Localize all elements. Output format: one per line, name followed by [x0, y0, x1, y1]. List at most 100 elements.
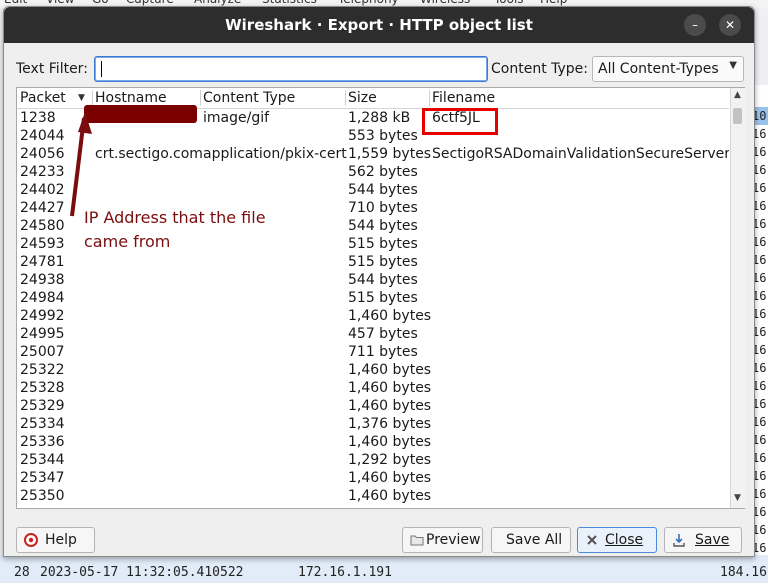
cell-size: 544 bytes	[348, 182, 418, 198]
dialog-titlebar: Wireshark · Export · HTTP object list – …	[4, 7, 754, 43]
table-row[interactable]: 25329 1,460 bytes	[17, 397, 729, 415]
cell-packet: 25322	[20, 362, 65, 378]
cell-packet: 25007	[20, 344, 65, 360]
cell-size: 1,559 bytes	[348, 146, 432, 162]
cell-packet: 25344	[20, 452, 65, 468]
cell-content-type: application/pkix-cert	[203, 146, 347, 162]
cell-size: 457 bytes	[348, 326, 418, 342]
folder-icon	[410, 535, 424, 546]
cell-packet: 24593	[20, 236, 65, 252]
cell-size: 515 bytes	[348, 290, 418, 306]
column-header-filename[interactable]: Filename	[432, 90, 495, 106]
bg-row-source: 172.16.1.191	[298, 565, 392, 580]
cell-size: 711 bytes	[348, 344, 418, 360]
cell-size: 1,460 bytes	[348, 308, 432, 324]
table-row[interactable]: 24984 515 bytes	[17, 289, 729, 307]
table-row[interactable]: 24402 544 bytes	[17, 181, 729, 199]
table-row[interactable]: 24781 515 bytes	[17, 253, 729, 271]
table-row[interactable]: 24938 544 bytes	[17, 271, 729, 289]
download-icon	[673, 534, 685, 547]
cell-size: 1,460 bytes	[348, 398, 432, 414]
column-header-hostname[interactable]: Hostname	[95, 90, 167, 106]
cell-packet: 25328	[20, 380, 65, 396]
cell-size: 1,376 bytes	[348, 416, 432, 432]
cell-packet: 24992	[20, 308, 65, 324]
table-row[interactable]: 24056 crt.sectigo.com application/pkix-cer…	[17, 145, 729, 163]
cell-packet: 25347	[20, 470, 65, 486]
table-row[interactable]: 25350 1,460 bytes	[17, 487, 729, 505]
filename-highlight-box	[422, 108, 498, 135]
cell-size: 1,460 bytes	[348, 380, 432, 396]
table-row[interactable]: 25328 1,460 bytes	[17, 379, 729, 397]
save-all-button[interactable]: Save All	[491, 527, 571, 553]
cell-content-type: image/gif	[203, 110, 270, 126]
cell-packet: 25350	[20, 488, 65, 504]
table-row[interactable]: 25322 1,460 bytes	[17, 361, 729, 379]
table-row[interactable]: 24044 553 bytes	[17, 127, 729, 145]
bg-row-destination: 184.16	[720, 565, 767, 580]
column-header-size[interactable]: Size	[348, 90, 377, 106]
ip-address-annotation: IP Address that the file came from	[84, 206, 266, 254]
cell-packet: 24995	[20, 326, 65, 342]
cell-size: 553 bytes	[348, 128, 418, 144]
table-row[interactable]: 25347 1,460 bytes	[17, 469, 729, 487]
table-row[interactable]: 25344 1,292 bytes	[17, 451, 729, 469]
close-x-icon	[587, 535, 597, 545]
table-row[interactable]: 24992 1,460 bytes	[17, 307, 729, 325]
save-all-button-label: Save All	[506, 532, 563, 548]
table-row[interactable]: 24233 562 bytes	[17, 163, 729, 181]
table-row[interactable]: 25334 1,376 bytes	[17, 415, 729, 433]
cell-packet: 24984	[20, 290, 65, 306]
scroll-up-icon[interactable]: ▲	[734, 90, 741, 100]
close-button-label: Close	[605, 532, 644, 548]
dropdown-arrow-icon: ▼	[729, 60, 737, 71]
column-divider[interactable]	[92, 90, 93, 106]
scrollbar-thumb[interactable]	[733, 108, 742, 124]
bg-row-timestamp: 2023-05-17 11:32:05.410522	[40, 565, 244, 580]
cell-filename: SectigoRSADomainValidationSecureServerCA	[432, 146, 729, 162]
preview-button[interactable]: Preview	[402, 527, 483, 553]
cell-packet: 25336	[20, 434, 65, 450]
column-divider[interactable]	[200, 90, 201, 106]
cell-packet: 25334	[20, 416, 65, 432]
cell-size: 710 bytes	[348, 200, 418, 216]
text-filter-label: Text Filter:	[16, 61, 88, 77]
column-divider[interactable]	[345, 90, 346, 106]
scroll-down-icon[interactable]: ▼	[734, 493, 741, 503]
cell-packet: 24938	[20, 272, 65, 288]
cell-packet: 25329	[20, 398, 65, 414]
table-row[interactable]: 24995 457 bytes	[17, 325, 729, 343]
help-button-label: Help	[45, 532, 77, 548]
button-row: Help Preview Save All Close Save	[4, 527, 754, 561]
column-header-content-type[interactable]: Content Type	[203, 90, 295, 106]
cell-size: 1,460 bytes	[348, 488, 432, 504]
cell-size: 562 bytes	[348, 164, 418, 180]
bg-row-index: 28	[14, 565, 30, 580]
vertical-scrollbar[interactable]: ▲ ▼	[730, 88, 745, 508]
cell-size: 515 bytes	[348, 236, 418, 252]
close-button[interactable]: Close	[577, 527, 657, 553]
http-object-table: Packet ▼ Hostname Content Type Size File…	[16, 87, 745, 509]
preview-button-label: Preview	[426, 532, 481, 548]
table-row[interactable]: 25007 711 bytes	[17, 343, 729, 361]
close-window-button[interactable]: ✕	[719, 14, 741, 36]
cell-packet: 24781	[20, 254, 65, 270]
cell-hostname: crt.sectigo.com	[95, 146, 203, 162]
cell-size: 1,460 bytes	[348, 470, 432, 486]
table-body: 1238 image/gif 1,288 kB 6ctf5JL 24044 553 byt…	[17, 109, 729, 507]
cell-size: 515 bytes	[348, 254, 418, 270]
column-divider[interactable]	[429, 90, 430, 106]
save-button[interactable]: Save	[664, 527, 742, 553]
minimize-button[interactable]: –	[684, 14, 706, 36]
column-header-packet[interactable]: Packet	[20, 90, 66, 106]
text-filter-input[interactable]	[94, 56, 488, 82]
annotation-line-1: IP Address that the file	[84, 208, 266, 227]
cell-size: 1,292 bytes	[348, 452, 432, 468]
annotation-arrow-icon	[70, 112, 92, 217]
cell-size: 1,460 bytes	[348, 362, 432, 378]
cell-size: 544 bytes	[348, 218, 418, 234]
table-row[interactable]: 25336 1,460 bytes	[17, 433, 729, 451]
cell-size: 1,460 bytes	[348, 434, 432, 450]
content-type-select[interactable]: All Content-Types ▼	[592, 56, 744, 82]
help-button[interactable]: Help	[16, 527, 95, 553]
